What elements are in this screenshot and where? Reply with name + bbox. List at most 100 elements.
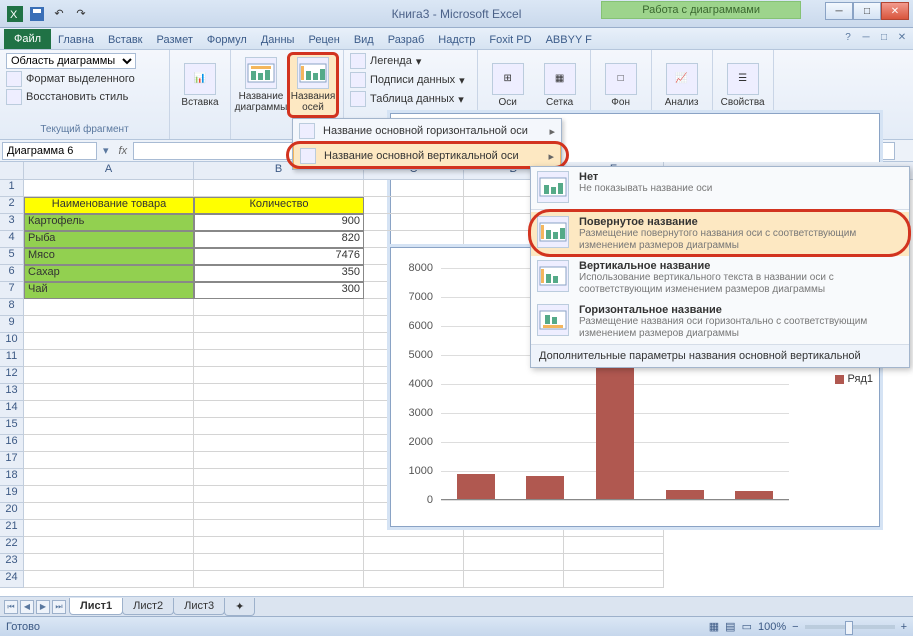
menu-horizontal-axis-title[interactable]: Название основной горизонтальной оси ▸: [293, 119, 561, 143]
row-header[interactable]: 9: [0, 316, 23, 333]
cell[interactable]: 300: [194, 282, 364, 299]
more-options[interactable]: Дополнительные параметры названия основн…: [531, 344, 909, 367]
tab-home[interactable]: Главна: [51, 31, 101, 49]
row-header[interactable]: 11: [0, 350, 23, 367]
view-page-layout-icon[interactable]: ▤: [725, 620, 735, 633]
cell[interactable]: [194, 486, 364, 503]
row-header[interactable]: 14: [0, 401, 23, 418]
cell[interactable]: [24, 520, 194, 537]
tab-formulas[interactable]: Формул: [200, 31, 254, 49]
row-header[interactable]: 3: [0, 214, 23, 231]
row-header[interactable]: 22: [0, 537, 23, 554]
cell[interactable]: 900: [194, 214, 364, 231]
cell[interactable]: [364, 231, 464, 248]
row-header[interactable]: 8: [0, 299, 23, 316]
row-header[interactable]: 20: [0, 503, 23, 520]
row-header[interactable]: 1: [0, 180, 23, 197]
cell[interactable]: [24, 469, 194, 486]
cell[interactable]: 7476: [194, 248, 364, 265]
cell[interactable]: [364, 571, 464, 588]
cell[interactable]: [24, 537, 194, 554]
cell[interactable]: [194, 367, 364, 384]
cell[interactable]: [24, 401, 194, 418]
tab-insert[interactable]: Вставк: [101, 31, 150, 49]
analysis-button[interactable]: 📈Анализ: [656, 52, 708, 118]
cell[interactable]: [194, 469, 364, 486]
save-icon[interactable]: [28, 5, 46, 23]
cell[interactable]: [24, 299, 194, 316]
wb-restore-icon[interactable]: □: [877, 30, 891, 44]
close-button[interactable]: ✕: [881, 2, 909, 20]
axes-button[interactable]: ⊞Оси: [482, 52, 534, 118]
cell[interactable]: [24, 384, 194, 401]
row-header[interactable]: 16: [0, 435, 23, 452]
cell[interactable]: [24, 367, 194, 384]
cell[interactable]: Картофель: [24, 214, 194, 231]
row-header[interactable]: 23: [0, 554, 23, 571]
cell[interactable]: Рыба: [24, 231, 194, 248]
cell[interactable]: [194, 537, 364, 554]
reset-style-button[interactable]: Восстановить стиль: [4, 88, 165, 106]
row-header[interactable]: 13: [0, 384, 23, 401]
cell[interactable]: [24, 333, 194, 350]
cell[interactable]: [364, 180, 464, 197]
zoom-level[interactable]: 100%: [758, 621, 786, 633]
cell[interactable]: [24, 503, 194, 520]
cell[interactable]: Количество: [194, 197, 364, 214]
cell[interactable]: [194, 384, 364, 401]
chart-element-selector[interactable]: Область диаграммы: [6, 53, 136, 69]
cell[interactable]: [194, 316, 364, 333]
row-header[interactable]: 12: [0, 367, 23, 384]
wb-close-icon[interactable]: ✕: [895, 30, 909, 44]
bar[interactable]: [526, 476, 564, 500]
cell[interactable]: [194, 418, 364, 435]
row-header[interactable]: 10: [0, 333, 23, 350]
axis-titles-button[interactable]: Названия осей: [287, 52, 339, 118]
row-header[interactable]: 6: [0, 265, 23, 282]
sheet-tab-3[interactable]: Лист3: [173, 598, 225, 615]
cell[interactable]: [194, 571, 364, 588]
tab-view[interactable]: Вид: [347, 31, 381, 49]
menu-vertical-axis-title[interactable]: Название основной вертикальной оси ▸: [293, 143, 561, 169]
tab-review[interactable]: Рецен: [301, 31, 346, 49]
cell[interactable]: [24, 350, 194, 367]
row-header[interactable]: 21: [0, 520, 23, 537]
cell[interactable]: [564, 554, 664, 571]
background-button[interactable]: □Фон: [595, 52, 647, 118]
chart-legend[interactable]: Ряд1: [835, 373, 873, 385]
cell[interactable]: [24, 452, 194, 469]
undo-icon[interactable]: ↶: [50, 5, 68, 23]
select-all-corner[interactable]: [0, 162, 24, 180]
bar[interactable]: [457, 474, 495, 500]
option-none[interactable]: НетНе показывать название оси: [531, 167, 909, 207]
wb-minimize-icon[interactable]: ─: [859, 30, 873, 44]
row-header[interactable]: 2: [0, 197, 23, 214]
cell[interactable]: [24, 418, 194, 435]
cell[interactable]: [194, 333, 364, 350]
zoom-slider[interactable]: [805, 625, 895, 629]
data-labels-button[interactable]: Подписи данных ▾: [348, 71, 467, 89]
tab-addins[interactable]: Надстр: [431, 31, 482, 49]
sheet-tab-2[interactable]: Лист2: [122, 598, 174, 615]
help-icon[interactable]: ?: [841, 30, 855, 44]
tab-developer[interactable]: Разраб: [381, 31, 432, 49]
cell[interactable]: [24, 554, 194, 571]
cell[interactable]: [194, 520, 364, 537]
legend-button[interactable]: Легенда ▾: [348, 52, 467, 70]
row-header[interactable]: 17: [0, 452, 23, 469]
cell[interactable]: [364, 214, 464, 231]
gridlines-button[interactable]: ▦Сетка: [534, 52, 586, 118]
option-vertical-title[interactable]: Вертикальное названиеИспользование верти…: [531, 256, 909, 300]
cell[interactable]: [24, 571, 194, 588]
properties-button[interactable]: ☰Свойства: [717, 52, 769, 118]
row-header[interactable]: 7: [0, 282, 23, 299]
row-header[interactable]: 4: [0, 231, 23, 248]
redo-icon[interactable]: ↷: [72, 5, 90, 23]
row-header[interactable]: 15: [0, 418, 23, 435]
fx-icon[interactable]: fx: [113, 145, 134, 157]
sheet-next-icon[interactable]: ▶: [36, 600, 50, 614]
cell[interactable]: [194, 554, 364, 571]
tab-abbyy[interactable]: ABBYY F: [539, 31, 599, 49]
row-header[interactable]: 19: [0, 486, 23, 503]
sheet-last-icon[interactable]: ⏭: [52, 600, 66, 614]
